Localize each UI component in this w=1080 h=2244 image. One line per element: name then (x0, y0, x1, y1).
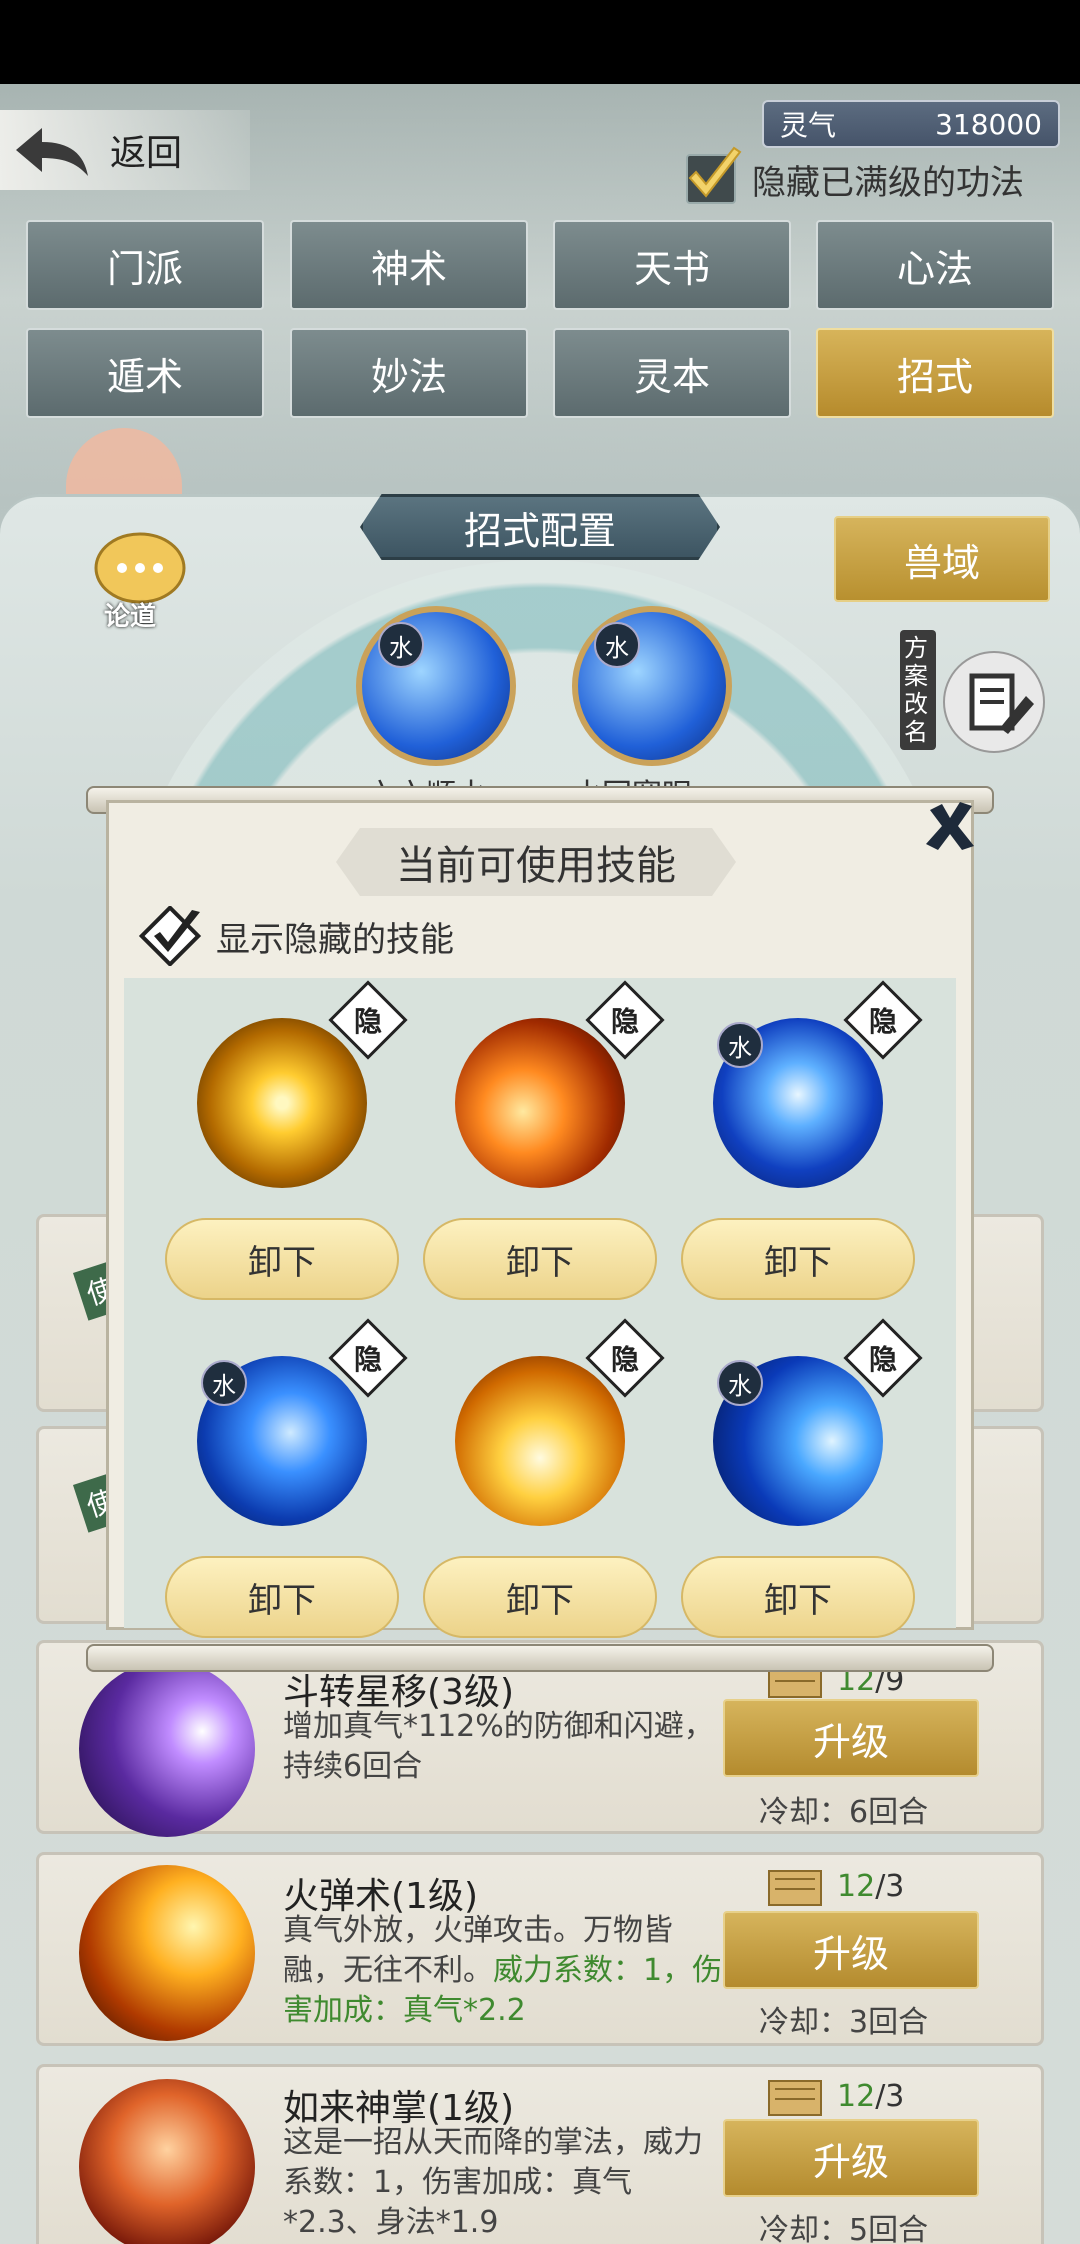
tab-menpai[interactable]: 门派 (26, 220, 264, 310)
water-swirl-icon: 水 (713, 1018, 883, 1188)
list-item: 火弹术(1级) 真气外放，火弹攻击。万物皆融，无往不利。威力系数：1，伤害加成：… (36, 1852, 1044, 2046)
water-element-badge: 水 (201, 1360, 247, 1406)
back-arrow-icon (16, 128, 88, 176)
unequip-button[interactable]: 卸下 (423, 1556, 657, 1638)
show-hidden-label: 显示隐藏的技能 (216, 919, 454, 960)
list-item: 如来神掌(1级) 这是一招从天而降的掌法，威力系数：1，伤害加成：真气*2.3、… (36, 2064, 1044, 2244)
unequip-button[interactable]: 卸下 (165, 1218, 399, 1300)
star-shift-icon (79, 1661, 255, 1837)
upgrade-button[interactable]: 升级 (723, 1699, 979, 1777)
hide-max-toggle[interactable]: 隐藏已满级的功法 (686, 146, 1024, 206)
equipped-slot-2[interactable]: 水 (572, 606, 732, 766)
water-element-badge: 水 (378, 622, 424, 668)
cooldown-text: 冷却：5回合 (759, 2213, 929, 2244)
fragment-count: 12/3 (837, 1869, 905, 1904)
tab-miaofa[interactable]: 妙法 (290, 328, 528, 418)
config-title: 招式配置 (360, 494, 720, 560)
tab-xinfa[interactable]: 心法 (816, 220, 1054, 310)
close-icon[interactable] (922, 798, 978, 854)
lingqi-display: 灵气 318000 (762, 100, 1060, 148)
golden-array-icon (197, 1018, 367, 1188)
lundao-label: 论道 (104, 602, 157, 632)
skill-desc: 增加真气*112%的防御和闪避，持续6回合 (283, 1709, 714, 1784)
skill-desc: 真气外放，火弹攻击。万物皆融，无往不利。威力系数：1，伤害加成：真气*2.2 (283, 1913, 723, 2028)
edit-icon (943, 651, 1045, 753)
tab-dunshu[interactable]: 遁术 (26, 328, 264, 418)
upgrade-button[interactable]: 升级 (723, 1911, 979, 1989)
rename-label: 方案改名 (900, 630, 936, 750)
tab-zhaoshi[interactable]: 招式 (816, 328, 1054, 418)
fragment-count: 12/3 (837, 2079, 905, 2114)
hide-max-label: 隐藏已满级的功法 (752, 162, 1024, 203)
equipped-slot-1[interactable]: 水 (356, 606, 516, 766)
back-label: 返回 (110, 133, 183, 174)
back-button[interactable]: 返回 (0, 110, 250, 190)
rename-plan-button[interactable]: 方案改名 (900, 630, 1050, 760)
modal-bottom-roller (86, 1644, 994, 1672)
unequip-button[interactable]: 卸下 (681, 1556, 915, 1638)
cooldown-text: 冷却：3回合 (759, 2005, 929, 2040)
hide-max-checkbox[interactable] (686, 146, 742, 204)
status-bar (0, 0, 1080, 84)
unequip-button[interactable]: 卸下 (165, 1556, 399, 1638)
tab-tianshu[interactable]: 天书 (553, 220, 791, 310)
scroll-icon (768, 1870, 822, 1906)
water-element-badge: 水 (717, 1022, 763, 1068)
water-orb-icon: 水 (713, 1356, 883, 1526)
buddha-palm-icon (79, 2079, 255, 2244)
modal-title: 当前可使用技能 (336, 828, 736, 896)
water-element-badge: 水 (594, 622, 640, 668)
diamond-check-icon[interactable] (138, 906, 204, 966)
tab-shenshu[interactable]: 神术 (290, 220, 528, 310)
lingqi-value: 318000 (935, 107, 1042, 141)
show-hidden-toggle[interactable]: 显示隐藏的技能 (138, 906, 454, 966)
fire-punch-icon (455, 1018, 625, 1188)
unequip-button[interactable]: 卸下 (423, 1218, 657, 1300)
upgrade-button[interactable]: 升级 (723, 2119, 979, 2197)
beast-domain-button[interactable]: 兽域 (834, 516, 1050, 602)
skill-desc: 这是一招从天而降的掌法，威力系数：1，伤害加成：真气*2.3、身法*1.9 (283, 2125, 703, 2240)
scroll-icon (768, 2080, 822, 2116)
water-element-badge: 水 (717, 1360, 763, 1406)
fire-burst-icon (455, 1356, 625, 1526)
check-icon (688, 146, 742, 198)
water-wave-icon: 水 (197, 1356, 367, 1526)
lingqi-label: 灵气 (780, 109, 837, 142)
tab-lingben[interactable]: 灵本 (553, 328, 791, 418)
lundao-button[interactable]: 论道 (92, 530, 188, 640)
unequip-button[interactable]: 卸下 (681, 1218, 915, 1300)
fireball-icon (79, 1865, 255, 2041)
cooldown-text: 冷却：6回合 (759, 1795, 929, 1830)
